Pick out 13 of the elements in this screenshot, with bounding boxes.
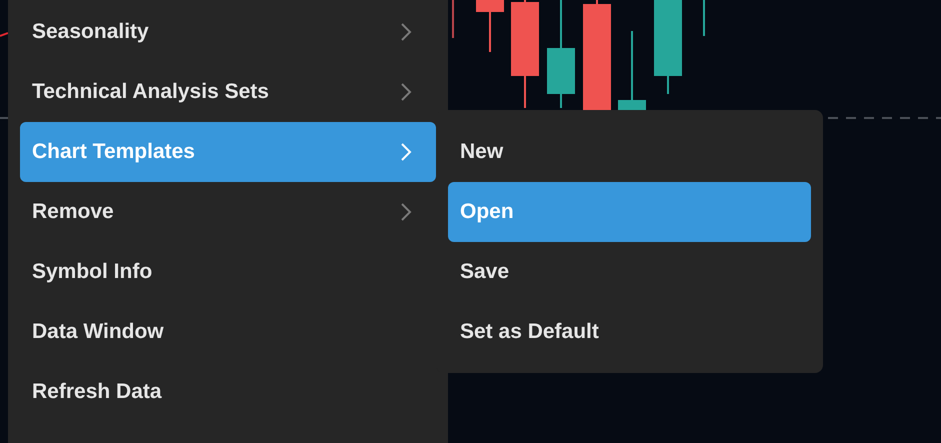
menu-item[interactable]: Set as Default — [448, 302, 811, 362]
candlestick-wick — [703, 0, 705, 36]
candlestick-wick — [452, 0, 454, 38]
menu-item[interactable]: Technical Analysis Sets — [20, 62, 436, 122]
menu-item[interactable]: Symbol Info — [20, 242, 436, 302]
indicator-line — [0, 32, 8, 37]
menu-item[interactable]: New — [448, 122, 811, 182]
menu-item[interactable]: Data Window — [20, 302, 436, 362]
menu-item[interactable]: Seasonality — [20, 2, 436, 62]
menu-item[interactable]: Refresh Data — [20, 362, 436, 422]
menu-item[interactable]: Save — [448, 242, 811, 302]
menu-item[interactable]: Remove — [20, 182, 436, 242]
candlestick — [476, 0, 504, 52]
